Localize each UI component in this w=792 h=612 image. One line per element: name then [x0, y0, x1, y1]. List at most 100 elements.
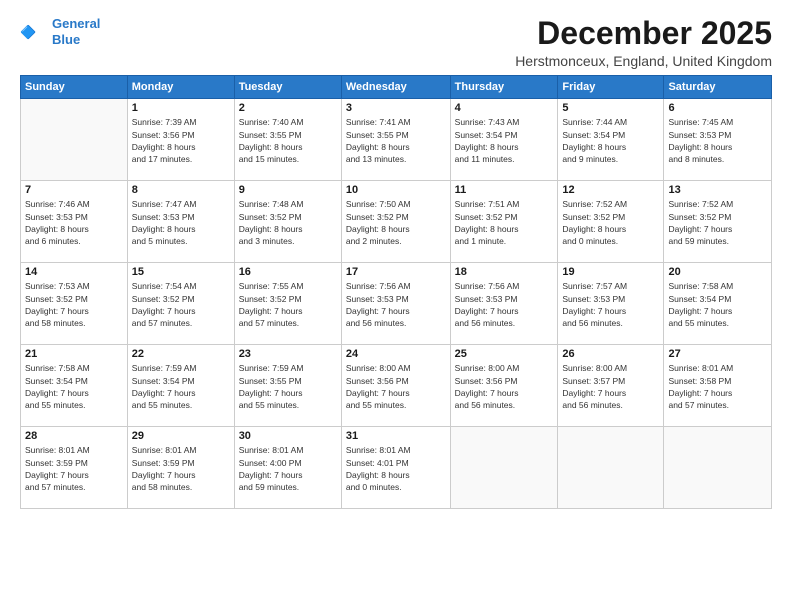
day-number: 10 [346, 184, 446, 196]
day-cell: 15 Sunrise: 7:54 AM Sunset: 3:52 PM Dayli… [127, 263, 234, 345]
day-cell: 25 Sunrise: 8:00 AM Sunset: 3:56 PM Dayli… [450, 345, 558, 427]
day-info: Sunrise: 8:00 AM Sunset: 3:56 PM Dayligh… [455, 362, 554, 411]
day-info: Sunrise: 7:39 AM Sunset: 3:56 PM Dayligh… [132, 116, 230, 165]
day-info: Sunrise: 7:44 AM Sunset: 3:54 PM Dayligh… [562, 116, 659, 165]
day-info: Sunrise: 7:52 AM Sunset: 3:52 PM Dayligh… [668, 198, 767, 247]
week-row-1: 7 Sunrise: 7:46 AM Sunset: 3:53 PM Daylig… [21, 181, 772, 263]
day-number: 2 [239, 102, 337, 114]
day-info: Sunrise: 8:01 AM Sunset: 4:00 PM Dayligh… [239, 444, 337, 493]
calendar: Sunday Monday Tuesday Wednesday Thursday… [20, 75, 772, 509]
title-block: December 2025 Herstmonceux, England, Uni… [515, 16, 772, 69]
day-number: 7 [25, 184, 123, 196]
day-info: Sunrise: 8:01 AM Sunset: 4:01 PM Dayligh… [346, 444, 446, 493]
day-info: Sunrise: 7:46 AM Sunset: 3:53 PM Dayligh… [25, 198, 123, 247]
subtitle: Herstmonceux, England, United Kingdom [515, 53, 772, 69]
day-cell: 16Sunrise: 7:55 AM Sunset: 3:52 PM Dayli… [234, 263, 341, 345]
day-number: 31 [346, 430, 446, 442]
day-info: Sunrise: 7:54 AM Sunset: 3:52 PM Dayligh… [132, 280, 230, 329]
day-cell: 24 Sunrise: 8:00 AM Sunset: 3:56 PM Dayli… [341, 345, 450, 427]
day-cell: 1 Sunrise: 7:39 AM Sunset: 3:56 PM Daylig… [127, 99, 234, 181]
day-cell [21, 99, 128, 181]
day-cell: 31 Sunrise: 8:01 AM Sunset: 4:01 PM Dayli… [341, 427, 450, 509]
header-sunday: Sunday [21, 76, 128, 99]
day-cell: 8Sunrise: 7:47 AM Sunset: 3:53 PM Daylig… [127, 181, 234, 263]
day-info: Sunrise: 8:01 AM Sunset: 3:58 PM Dayligh… [668, 362, 767, 411]
day-number: 12 [562, 184, 659, 196]
day-cell [664, 427, 772, 509]
day-number: 14 [25, 266, 123, 278]
day-info: Sunrise: 7:59 AM Sunset: 3:54 PM Dayligh… [132, 362, 230, 411]
day-cell: 19 Sunrise: 7:57 AM Sunset: 3:53 PM Dayli… [558, 263, 664, 345]
day-cell: 22 Sunrise: 7:59 AM Sunset: 3:54 PM Dayli… [127, 345, 234, 427]
day-number: 1 [132, 102, 230, 114]
month-title: December 2025 [515, 16, 772, 51]
day-cell: 27 Sunrise: 8:01 AM Sunset: 3:58 PM Dayli… [664, 345, 772, 427]
day-info: Sunrise: 7:41 AM Sunset: 3:55 PM Dayligh… [346, 116, 446, 165]
day-number: 20 [668, 266, 767, 278]
day-cell: 9 Sunrise: 7:48 AM Sunset: 3:52 PM Daylig… [234, 181, 341, 263]
day-info: Sunrise: 7:55 AM Sunset: 3:52 PM Dayligh… [239, 280, 337, 329]
day-cell: 13 Sunrise: 7:52 AM Sunset: 3:52 PM Dayli… [664, 181, 772, 263]
day-number: 11 [455, 184, 554, 196]
day-number: 24 [346, 348, 446, 360]
day-number: 15 [132, 266, 230, 278]
day-info: Sunrise: 7:50 AM Sunset: 3:52 PM Dayligh… [346, 198, 446, 247]
day-cell [450, 427, 558, 509]
day-number: 3 [346, 102, 446, 114]
logo-text: General Blue [52, 16, 100, 47]
logo-line1: General [52, 16, 100, 31]
day-info: Sunrise: 7:56 AM Sunset: 3:53 PM Dayligh… [455, 280, 554, 329]
day-number: 5 [562, 102, 659, 114]
day-number: 19 [562, 266, 659, 278]
day-cell: 30 Sunrise: 8:01 AM Sunset: 4:00 PM Dayli… [234, 427, 341, 509]
calendar-body: 1 Sunrise: 7:39 AM Sunset: 3:56 PM Daylig… [21, 99, 772, 509]
day-info: Sunrise: 7:57 AM Sunset: 3:53 PM Dayligh… [562, 280, 659, 329]
page: 🔷 General Blue December 2025 Herstmonceu… [0, 0, 792, 612]
day-number: 13 [668, 184, 767, 196]
day-number: 9 [239, 184, 337, 196]
day-cell: 14 Sunrise: 7:53 AM Sunset: 3:52 PM Dayli… [21, 263, 128, 345]
header-thursday: Thursday [450, 76, 558, 99]
day-info: Sunrise: 8:00 AM Sunset: 3:56 PM Dayligh… [346, 362, 446, 411]
day-info: Sunrise: 7:45 AM Sunset: 3:53 PM Dayligh… [668, 116, 767, 165]
day-info: Sunrise: 8:01 AM Sunset: 3:59 PM Dayligh… [25, 444, 123, 493]
day-cell: 29Sunrise: 8:01 AM Sunset: 3:59 PM Dayli… [127, 427, 234, 509]
header-saturday: Saturday [664, 76, 772, 99]
day-number: 25 [455, 348, 554, 360]
header-tuesday: Tuesday [234, 76, 341, 99]
day-cell: 3 Sunrise: 7:41 AM Sunset: 3:55 PM Daylig… [341, 99, 450, 181]
logo: 🔷 General Blue [20, 16, 100, 47]
week-row-3: 21Sunrise: 7:58 AM Sunset: 3:54 PM Dayli… [21, 345, 772, 427]
day-number: 30 [239, 430, 337, 442]
day-number: 17 [346, 266, 446, 278]
day-info: Sunrise: 7:47 AM Sunset: 3:53 PM Dayligh… [132, 198, 230, 247]
day-number: 18 [455, 266, 554, 278]
day-info: Sunrise: 7:58 AM Sunset: 3:54 PM Dayligh… [25, 362, 123, 411]
calendar-header: Sunday Monday Tuesday Wednesday Thursday… [21, 76, 772, 99]
day-info: Sunrise: 7:53 AM Sunset: 3:52 PM Dayligh… [25, 280, 123, 329]
day-cell [558, 427, 664, 509]
day-number: 28 [25, 430, 123, 442]
day-cell: 11 Sunrise: 7:51 AM Sunset: 3:52 PM Dayli… [450, 181, 558, 263]
day-number: 27 [668, 348, 767, 360]
logo-icon: 🔷 [20, 18, 48, 46]
day-info: Sunrise: 7:48 AM Sunset: 3:52 PM Dayligh… [239, 198, 337, 247]
day-info: Sunrise: 7:40 AM Sunset: 3:55 PM Dayligh… [239, 116, 337, 165]
day-cell: 17Sunrise: 7:56 AM Sunset: 3:53 PM Dayli… [341, 263, 450, 345]
day-cell: 7 Sunrise: 7:46 AM Sunset: 3:53 PM Daylig… [21, 181, 128, 263]
day-number: 23 [239, 348, 337, 360]
day-cell: 2 Sunrise: 7:40 AM Sunset: 3:55 PM Daylig… [234, 99, 341, 181]
day-info: Sunrise: 7:52 AM Sunset: 3:52 PM Dayligh… [562, 198, 659, 247]
header-friday: Friday [558, 76, 664, 99]
day-cell: 5 Sunrise: 7:44 AM Sunset: 3:54 PM Daylig… [558, 99, 664, 181]
week-row-0: 1 Sunrise: 7:39 AM Sunset: 3:56 PM Daylig… [21, 99, 772, 181]
day-cell: 26Sunrise: 8:00 AM Sunset: 3:57 PM Dayli… [558, 345, 664, 427]
day-number: 22 [132, 348, 230, 360]
header-row: Sunday Monday Tuesday Wednesday Thursday… [21, 76, 772, 99]
day-cell: 23Sunrise: 7:59 AM Sunset: 3:55 PM Dayli… [234, 345, 341, 427]
day-info: Sunrise: 7:43 AM Sunset: 3:54 PM Dayligh… [455, 116, 554, 165]
day-number: 6 [668, 102, 767, 114]
day-number: 4 [455, 102, 554, 114]
week-row-2: 14 Sunrise: 7:53 AM Sunset: 3:52 PM Dayli… [21, 263, 772, 345]
day-info: Sunrise: 7:51 AM Sunset: 3:52 PM Dayligh… [455, 198, 554, 247]
